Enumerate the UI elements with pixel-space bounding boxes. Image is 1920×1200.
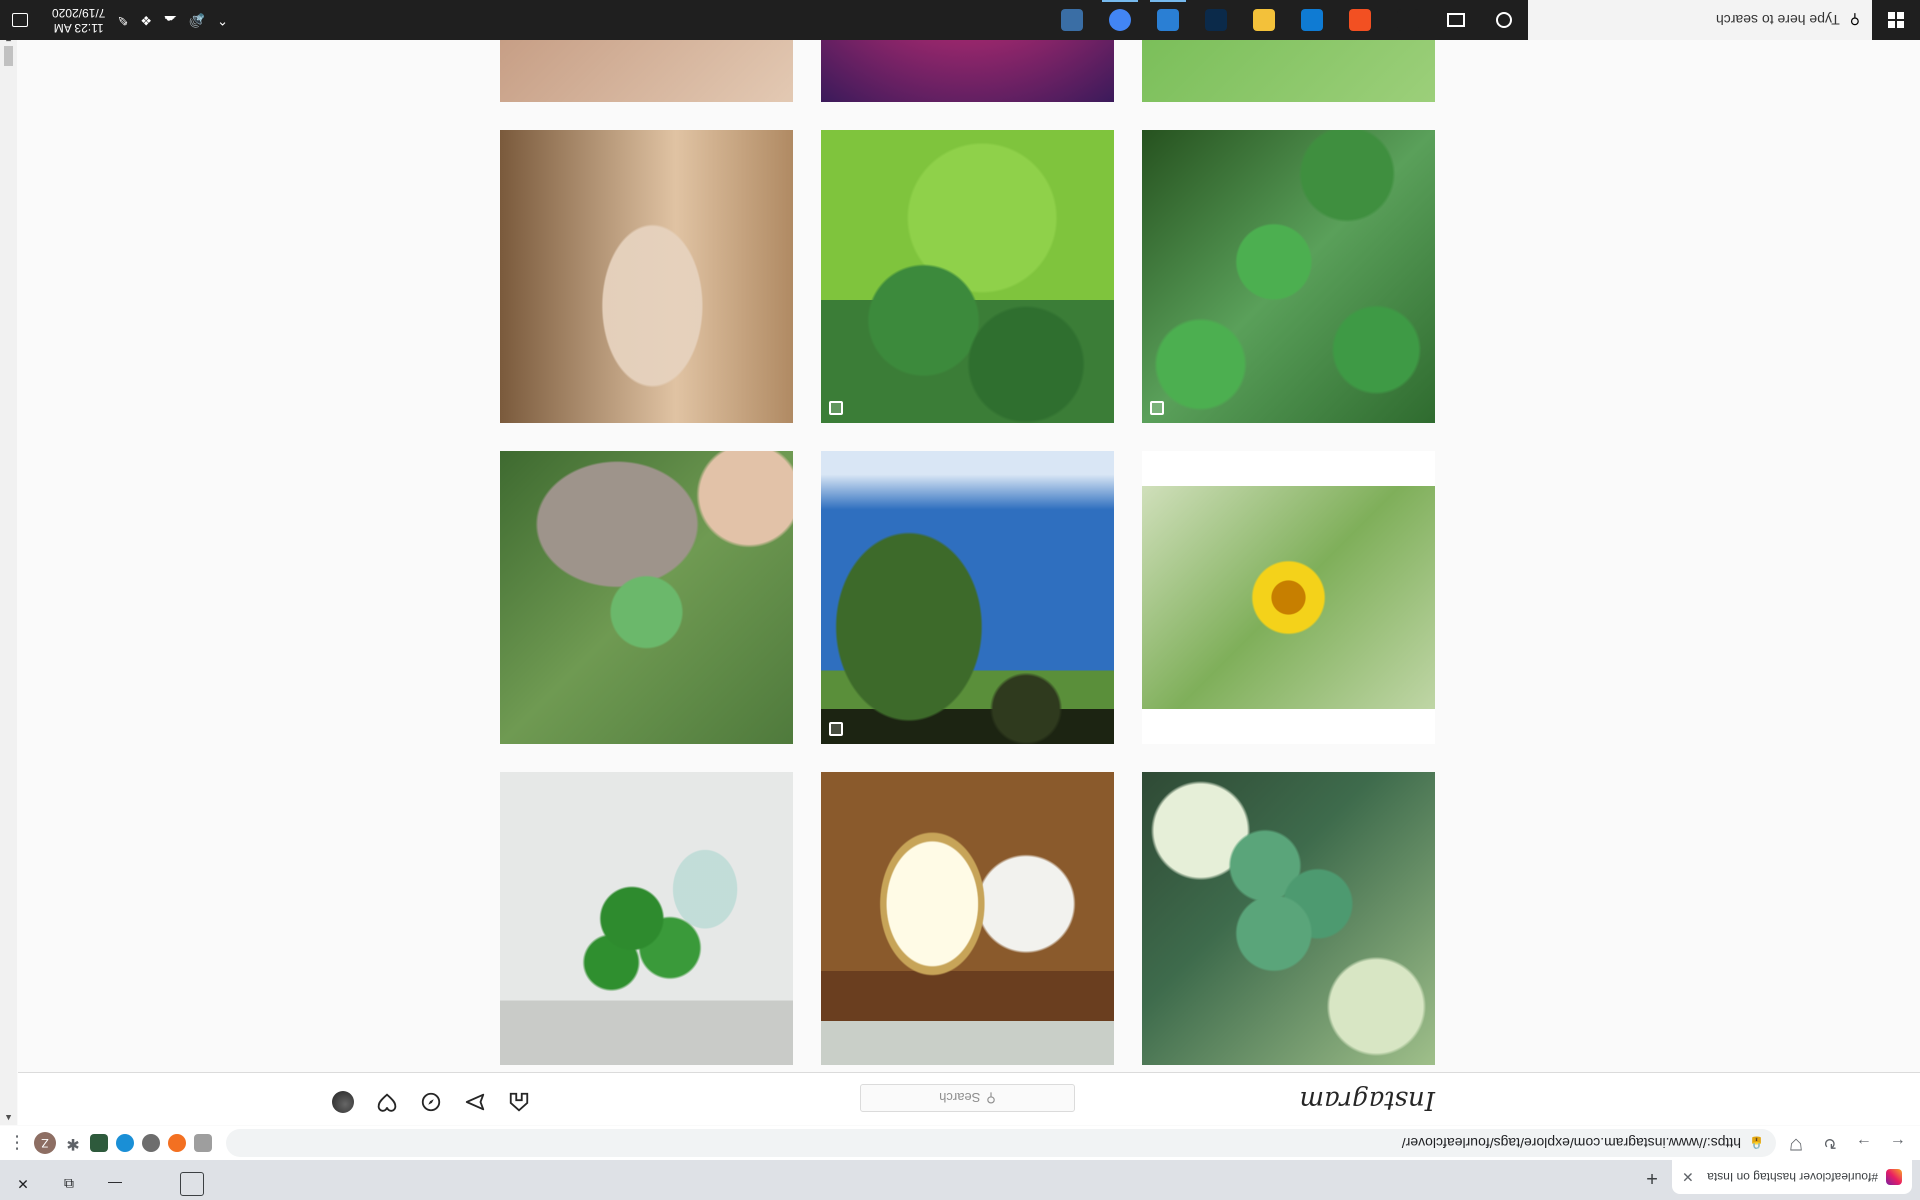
carousel-icon — [829, 722, 843, 736]
grid-post[interactable] — [821, 451, 1114, 744]
scroll-up-icon[interactable]: ▲ — [4, 1113, 13, 1123]
photoshop-app-icon — [1205, 9, 1227, 31]
extension-icon[interactable] — [90, 1134, 108, 1152]
notification-center-icon[interactable] — [0, 0, 40, 40]
explore-photo-grid — [485, 0, 1435, 1065]
grid-post[interactable] — [500, 130, 793, 423]
microsoft-store-icon[interactable] — [1336, 0, 1384, 40]
pinned-apps — [1048, 0, 1432, 40]
search-icon: ⚲ — [1849, 12, 1860, 29]
grid-post[interactable] — [1142, 451, 1435, 744]
profile-avatar-icon[interactable] — [332, 1091, 354, 1113]
reload-button[interactable]: ↻ — [1816, 1129, 1844, 1157]
settings-icon[interactable] — [1048, 0, 1096, 40]
extension-icon[interactable] — [194, 1134, 212, 1152]
file-explorer-icon[interactable] — [1240, 0, 1288, 40]
scrollbar-thumb[interactable] — [4, 46, 13, 66]
grid-post[interactable] — [1142, 772, 1435, 1065]
search-icon: ⚲ — [986, 1091, 996, 1106]
minimize-button[interactable]: — — [92, 1168, 138, 1200]
screen: #fourleafclover hashtag on Insta ✕ + — ⧉… — [0, 0, 1920, 1200]
shield-icon[interactable]: ⛉ — [1782, 1129, 1810, 1157]
explore-compass-icon[interactable] — [420, 1091, 442, 1113]
carousel-icon — [1150, 401, 1164, 415]
photos-app-icon — [1157, 9, 1179, 31]
taskbar-search-placeholder: Type here to search — [1715, 12, 1840, 28]
grid-post[interactable] — [500, 451, 793, 744]
page-scrollbar[interactable]: ▲ ▼ — [0, 32, 17, 1125]
clock-time: 11:23 AM — [53, 21, 104, 35]
onedrive-icon[interactable]: ☁ — [164, 12, 177, 28]
window-controls: — ⧉ ✕ — [0, 1168, 138, 1200]
grid-post[interactable] — [821, 130, 1114, 423]
chevron-up-icon[interactable]: ⌃ — [217, 12, 228, 28]
tab-close-icon[interactable]: ✕ — [1682, 1169, 1694, 1186]
cortana-icon[interactable] — [1480, 0, 1528, 40]
address-bar[interactable]: 🔒 https://www.instagram.com/explore/tags… — [226, 1129, 1776, 1157]
profile-avatar[interactable]: Z — [34, 1132, 56, 1154]
restore-button[interactable]: ⧉ — [46, 1168, 92, 1200]
instagram-favicon-icon — [1886, 1169, 1902, 1185]
task-view-app-icon — [1397, 9, 1419, 31]
activity-heart-icon[interactable] — [376, 1091, 398, 1113]
extension-icon[interactable] — [168, 1134, 186, 1152]
windows-taskbar: ⚲ Type here to search ⌃ 🔊 ☁ ❖ ✎ 11:23 AM… — [0, 0, 1920, 40]
url-text: https://www.instagram.com/explore/tags/f… — [1401, 1135, 1742, 1151]
edge-app-icon — [1301, 9, 1323, 31]
settings-app-icon — [1061, 9, 1083, 31]
search-placeholder: Search — [939, 1090, 981, 1106]
direct-message-icon[interactable] — [464, 1091, 486, 1113]
photoshop-icon[interactable] — [1192, 0, 1240, 40]
instagram-logo[interactable]: Instagram — [1299, 1085, 1435, 1115]
grid-post[interactable] — [1142, 130, 1435, 423]
back-button[interactable]: ← — [1884, 1129, 1912, 1157]
tab-title: #fourleafclover hashtag on Insta — [1707, 1170, 1878, 1184]
edge-icon[interactable] — [1288, 0, 1336, 40]
file-explorer-app-icon — [1253, 9, 1275, 31]
grid-post[interactable] — [821, 772, 1114, 1065]
dropbox-icon[interactable]: ❖ — [140, 12, 152, 28]
instagram-search-input[interactable]: ⚲ Search — [860, 1084, 1075, 1112]
pen-icon[interactable]: ✎ — [117, 12, 128, 28]
system-tray: ⌃ 🔊 ☁ ❖ ✎ 11:23 AM 7/19/2020 — [40, 5, 228, 35]
taskbar-search-box[interactable]: ⚲ Type here to search — [1528, 0, 1872, 40]
task-view-icon[interactable] — [1384, 0, 1432, 40]
puzzle-extensions-icon[interactable]: ✱ — [64, 1134, 82, 1152]
tab-search-icon[interactable] — [180, 1172, 204, 1196]
browser-toolbar: ← → ↻ ⛉ 🔒 https://www.instagram.com/expl… — [0, 1126, 1920, 1160]
windows-logo-icon — [1888, 12, 1904, 28]
extension-icon[interactable] — [116, 1134, 134, 1152]
chrome-icon[interactable] — [1096, 0, 1144, 40]
microsoft-store-app-icon — [1349, 9, 1371, 31]
chrome-app-icon — [1109, 9, 1131, 31]
home-icon[interactable] — [508, 1091, 530, 1113]
volume-icon[interactable]: 🔊 — [189, 12, 205, 28]
browser-tabstrip: #fourleafclover hashtag on Insta ✕ + — ⧉… — [0, 1160, 1920, 1200]
clock-date: 7/19/2020 — [52, 6, 106, 20]
task-view-icon[interactable] — [1432, 0, 1480, 40]
browser-tab-active[interactable]: #fourleafclover hashtag on Insta ✕ — [1672, 1160, 1912, 1194]
photos-icon[interactable] — [1144, 0, 1192, 40]
instagram-header: Instagram ⚲ Search — [18, 1072, 1920, 1125]
extension-icon[interactable] — [142, 1134, 160, 1152]
carousel-icon — [829, 401, 843, 415]
lock-icon: 🔒 — [1749, 1136, 1764, 1150]
forward-button[interactable]: → — [1850, 1129, 1878, 1157]
grid-post[interactable] — [500, 772, 793, 1065]
start-button[interactable] — [1872, 0, 1920, 40]
instagram-nav — [332, 1091, 530, 1113]
extensions-bar: ✱ Z ⋮ — [8, 1132, 212, 1154]
browser-menu-icon[interactable]: ⋮ — [8, 1133, 26, 1154]
clock[interactable]: 11:23 AM 7/19/2020 — [52, 5, 105, 35]
close-window-button[interactable]: ✕ — [0, 1168, 46, 1200]
new-tab-button[interactable]: + — [1638, 1164, 1666, 1192]
